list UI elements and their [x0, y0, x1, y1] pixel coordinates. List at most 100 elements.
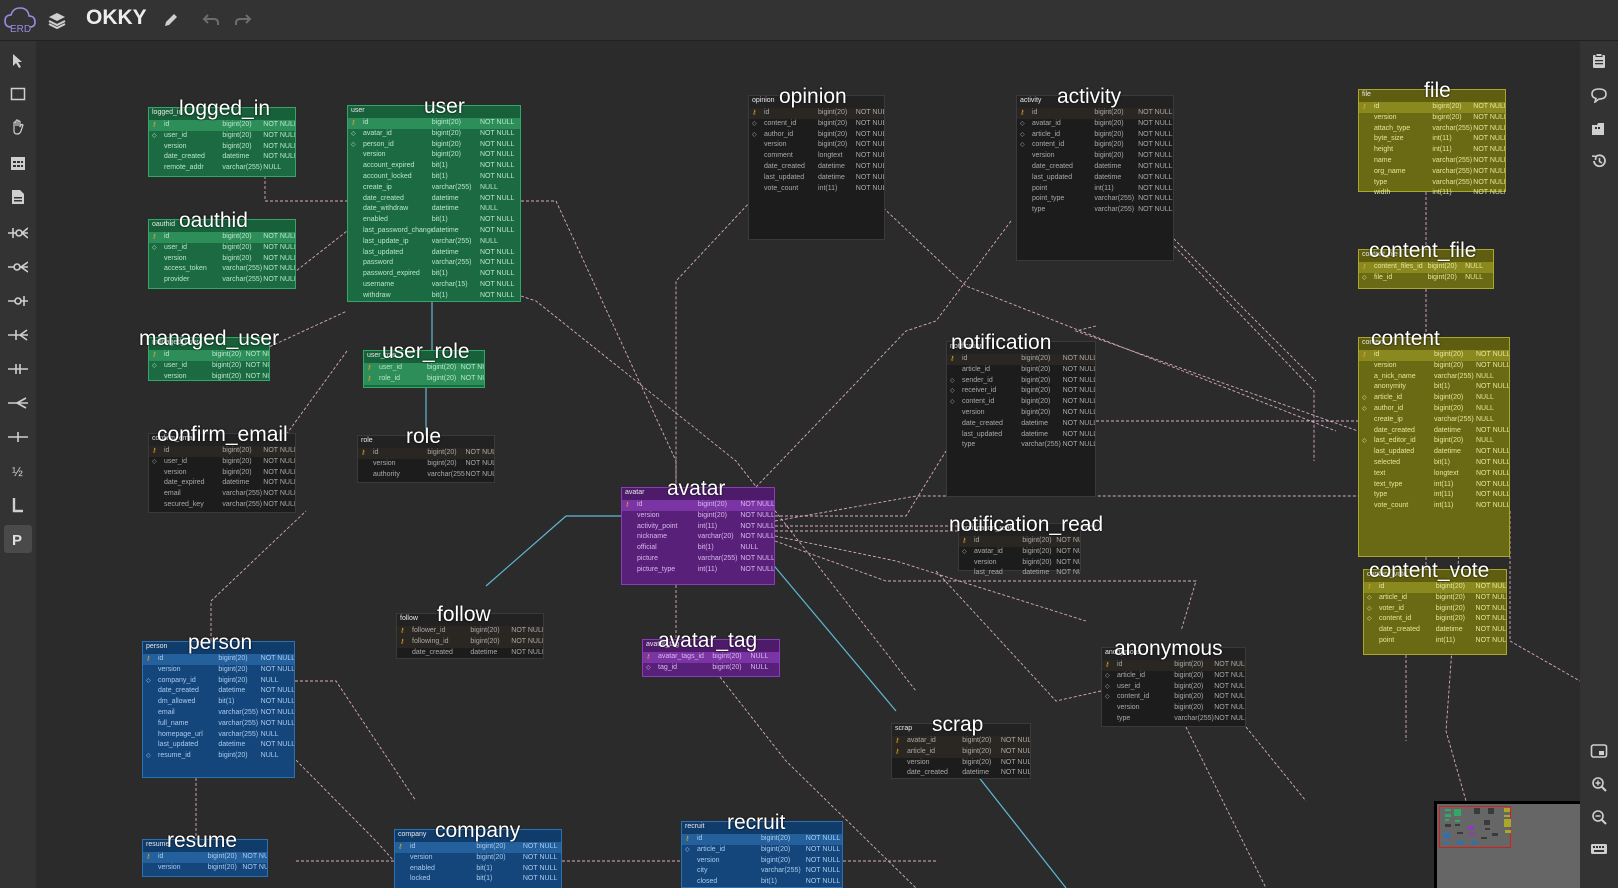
table-logged-in[interactable]: logged_in ⚷ id bigint(20) NOT NULL ◇ user_id bi… [148, 98, 296, 177]
column-row[interactable]: ⚷ id bigint(20) NOT NULL [1359, 350, 1509, 361]
column-row[interactable]: provider varchar(255) NOT NULL [149, 275, 295, 286]
layers-icon[interactable] [44, 0, 70, 40]
table-notification[interactable]: notification ⚷ id bigint(20) NOT NULL article… [946, 332, 1096, 497]
column-row[interactable]: ⚷ id bigint(20) NOT NULL [622, 500, 774, 511]
column-row[interactable]: last_password_changed datetime NOT NULL [348, 226, 520, 237]
marquee-select-tool[interactable] [4, 80, 32, 108]
identification-tool[interactable] [4, 491, 32, 519]
column-row[interactable]: type varchar(255)NOT NULL [1102, 714, 1245, 725]
column-row[interactable]: ◇ article_id bigint(20) NULL [1359, 393, 1509, 404]
column-row[interactable]: withdraw bit(1) NOT NULL [348, 291, 520, 302]
column-row[interactable]: text_type int(11) NOT NULL [1359, 480, 1509, 491]
relation-one-tool[interactable] [4, 423, 32, 451]
column-row[interactable]: point int(11) NOT NULL [1017, 184, 1173, 195]
column-row[interactable]: vote_count int(11) NOT NULL [749, 184, 884, 195]
column-row[interactable]: name varchar(255) NOT NULL [1359, 156, 1505, 167]
column-row[interactable]: versionbigint(20)NOT NULL [1102, 703, 1245, 714]
identifying-relationship-line[interactable] [485, 515, 621, 587]
column-row[interactable]: dm_allowed bit(1) NOT NULL [143, 697, 294, 708]
column-row[interactable]: ◇ person_id bigint(20) NOT NULL [348, 140, 520, 151]
memo-tool[interactable] [4, 183, 32, 211]
relationship-line[interactable] [1074, 325, 1359, 432]
column-row[interactable]: date_created datetime NOT NULL [149, 152, 295, 163]
relation-n-tool[interactable] [4, 389, 32, 417]
column-row[interactable]: date_created datetime NOT NULL [143, 686, 294, 697]
column-row[interactable]: point_type varchar(255) NOT NULL [1017, 194, 1173, 205]
column-row[interactable]: locked bit(1) NOT NULL [395, 874, 561, 885]
relation-one-n-tool[interactable] [4, 321, 32, 349]
column-row[interactable]: ⚷ avatar_tags_id bigint(20) NULL [643, 652, 779, 663]
column-row[interactable]: create_ip varchar(255) NULL [1359, 415, 1509, 426]
folder-button[interactable] [1585, 115, 1613, 143]
erd-canvas[interactable]: logged_in ⚷ id bigint(20) NOT NULL ◇ user_id bi… [36, 41, 1580, 888]
column-row[interactable]: versionbigint(20)NOT NULL [149, 142, 295, 153]
table-managed-user[interactable]: managed_user⚷idbigint(20)NOT NULL◇user_i… [139, 328, 279, 383]
column-row[interactable]: attach_type varchar(255) NOT NULL [1359, 124, 1505, 135]
table-scrap[interactable]: scrap ⚷ avatar_id bigint(20) NOT NULL ⚷ articl… [891, 714, 1031, 779]
column-row[interactable]: ◇ content_id bigint(20) NOT NULL [947, 397, 1095, 408]
table-header[interactable]: avatar_tag [643, 640, 779, 652]
column-row[interactable]: ⚷ id bigint(20) NOT NULL [1359, 102, 1505, 113]
keyboard-button[interactable] [1585, 835, 1613, 863]
relationship-line[interactable] [210, 510, 307, 641]
column-row[interactable]: account_locked bit(1) NOT NULL [348, 172, 520, 183]
column-row[interactable]: versionbigint(20)NOT NULL [1359, 113, 1505, 124]
column-row[interactable]: type varchar(255)NOT NULL [1017, 205, 1173, 216]
column-row[interactable]: last_updated datetime NOT NULL [947, 430, 1095, 441]
table-user[interactable]: user ⚷ id bigint(20) NOT NULL ◇ avatar_id bigin… [347, 96, 521, 302]
column-row[interactable]: ⚷ content_files_id bigint(20) NULL [1359, 262, 1493, 273]
relation-zero-n-tool[interactable] [4, 253, 32, 281]
undo-icon[interactable] [198, 0, 224, 40]
column-row[interactable]: ◇ user_id bigint(20) NOT NULL [1102, 682, 1245, 693]
column-row[interactable]: ⚷ id bigint(20) NOT NULL [749, 108, 884, 119]
table-recruit[interactable]: recruit ⚷ id bigint(20) NOT NULL ◇ article_id b… [681, 812, 843, 888]
column-row[interactable]: comment longtext NOT NULL [749, 151, 884, 162]
column-row[interactable]: versionbigint(20)NOT NULL [149, 468, 295, 479]
table-avatar-tag[interactable]: avatar_tag ⚷ avatar_tags_id bigint(20) NULL ◇… [642, 630, 780, 677]
column-row[interactable]: width int(11) NOT NULL [1359, 188, 1505, 199]
column-row[interactable]: ⚷ id bigint(20) NOT NULL [149, 120, 295, 131]
column-row[interactable]: closed bit(1) NOT NULL [682, 877, 842, 888]
column-row[interactable]: account_expired bit(1) NOT NULL [348, 161, 520, 172]
column-row[interactable]: ⚷ id bigint(20) NOT NULL [682, 834, 842, 845]
table-notification-read[interactable]: notification_read ⚷ id bigint(20) NOT NULL ◇ a… [949, 514, 1103, 576]
column-row[interactable]: ◇ article_id bigint(20) NOT NULL [682, 845, 842, 856]
identifying-relationship-line[interactable] [764, 554, 897, 712]
primary-key-toggle-tool[interactable]: ½ [4, 457, 32, 485]
column-row[interactable]: ◇ article_id bigint(20) NOT NULL [1102, 671, 1245, 682]
table-header[interactable]: scrap [892, 724, 1030, 736]
relation-zero-one-n-tool[interactable] [4, 219, 32, 247]
column-row[interactable]: username varchar(15) NOT NULL [348, 280, 520, 291]
column-row[interactable]: versionbigint(20)NOT NULL [682, 856, 842, 867]
table-header[interactable]: person [143, 642, 294, 654]
relationship-line[interactable] [1149, 220, 1315, 461]
table-header[interactable]: content_vote [1364, 570, 1506, 582]
column-row[interactable]: ◇ avatar_id bigint(20) NOT NULL [1017, 119, 1173, 130]
relationship-line[interactable] [281, 745, 395, 862]
column-row[interactable]: ⚷ id bigint(20) NOT NULL [143, 852, 267, 863]
column-row[interactable]: byte_size int(11) NOT NULL [1359, 134, 1505, 145]
column-row[interactable]: ⚷ article_id bigint(20) NOT NULL [892, 746, 1030, 758]
column-row[interactable]: versionbigint(20)NOT NULL [149, 372, 269, 383]
select-tool[interactable] [4, 47, 32, 75]
column-row[interactable]: versionbigint(20)NOT NULL [947, 408, 1095, 419]
column-row[interactable]: a_nick_name varchar(255) NULL [1359, 372, 1509, 383]
column-row[interactable]: picture_type int(11) NOT NULL [622, 565, 774, 576]
column-row[interactable]: password_expired bit(1) NOT NULL [348, 269, 520, 280]
relationship-line[interactable] [295, 680, 417, 802]
table-header[interactable]: logged_in [149, 108, 295, 120]
relationship-line[interactable] [521, 200, 677, 487]
table-resume[interactable]: resume ⚷ id bigint(20) NOT NULL version bigint… [142, 830, 268, 877]
column-row[interactable]: date_created datetime NOT NULL [1359, 426, 1509, 437]
table-header[interactable]: opinion [749, 96, 884, 108]
column-row[interactable]: access_token varchar(255) NOT NULL [149, 264, 295, 275]
column-row[interactable]: activity_point int(11) NOT NULL [622, 522, 774, 533]
relationship-line[interactable] [1509, 511, 1580, 682]
redo-icon[interactable] [230, 0, 256, 40]
column-row[interactable]: ◇ tag_id bigint(20) NULL [643, 663, 779, 674]
column-row[interactable]: ⚷ id bigint(20) NOT NULL [143, 654, 294, 665]
column-row[interactable]: last_updated datetime NOT NULL [1017, 173, 1173, 184]
pencil-icon[interactable] [158, 0, 184, 40]
table-header[interactable]: avatar [622, 488, 774, 500]
table-confirm-email[interactable]: confirm_email ⚷ id bigint(20) NOT NULL ◇ user_… [148, 424, 296, 513]
